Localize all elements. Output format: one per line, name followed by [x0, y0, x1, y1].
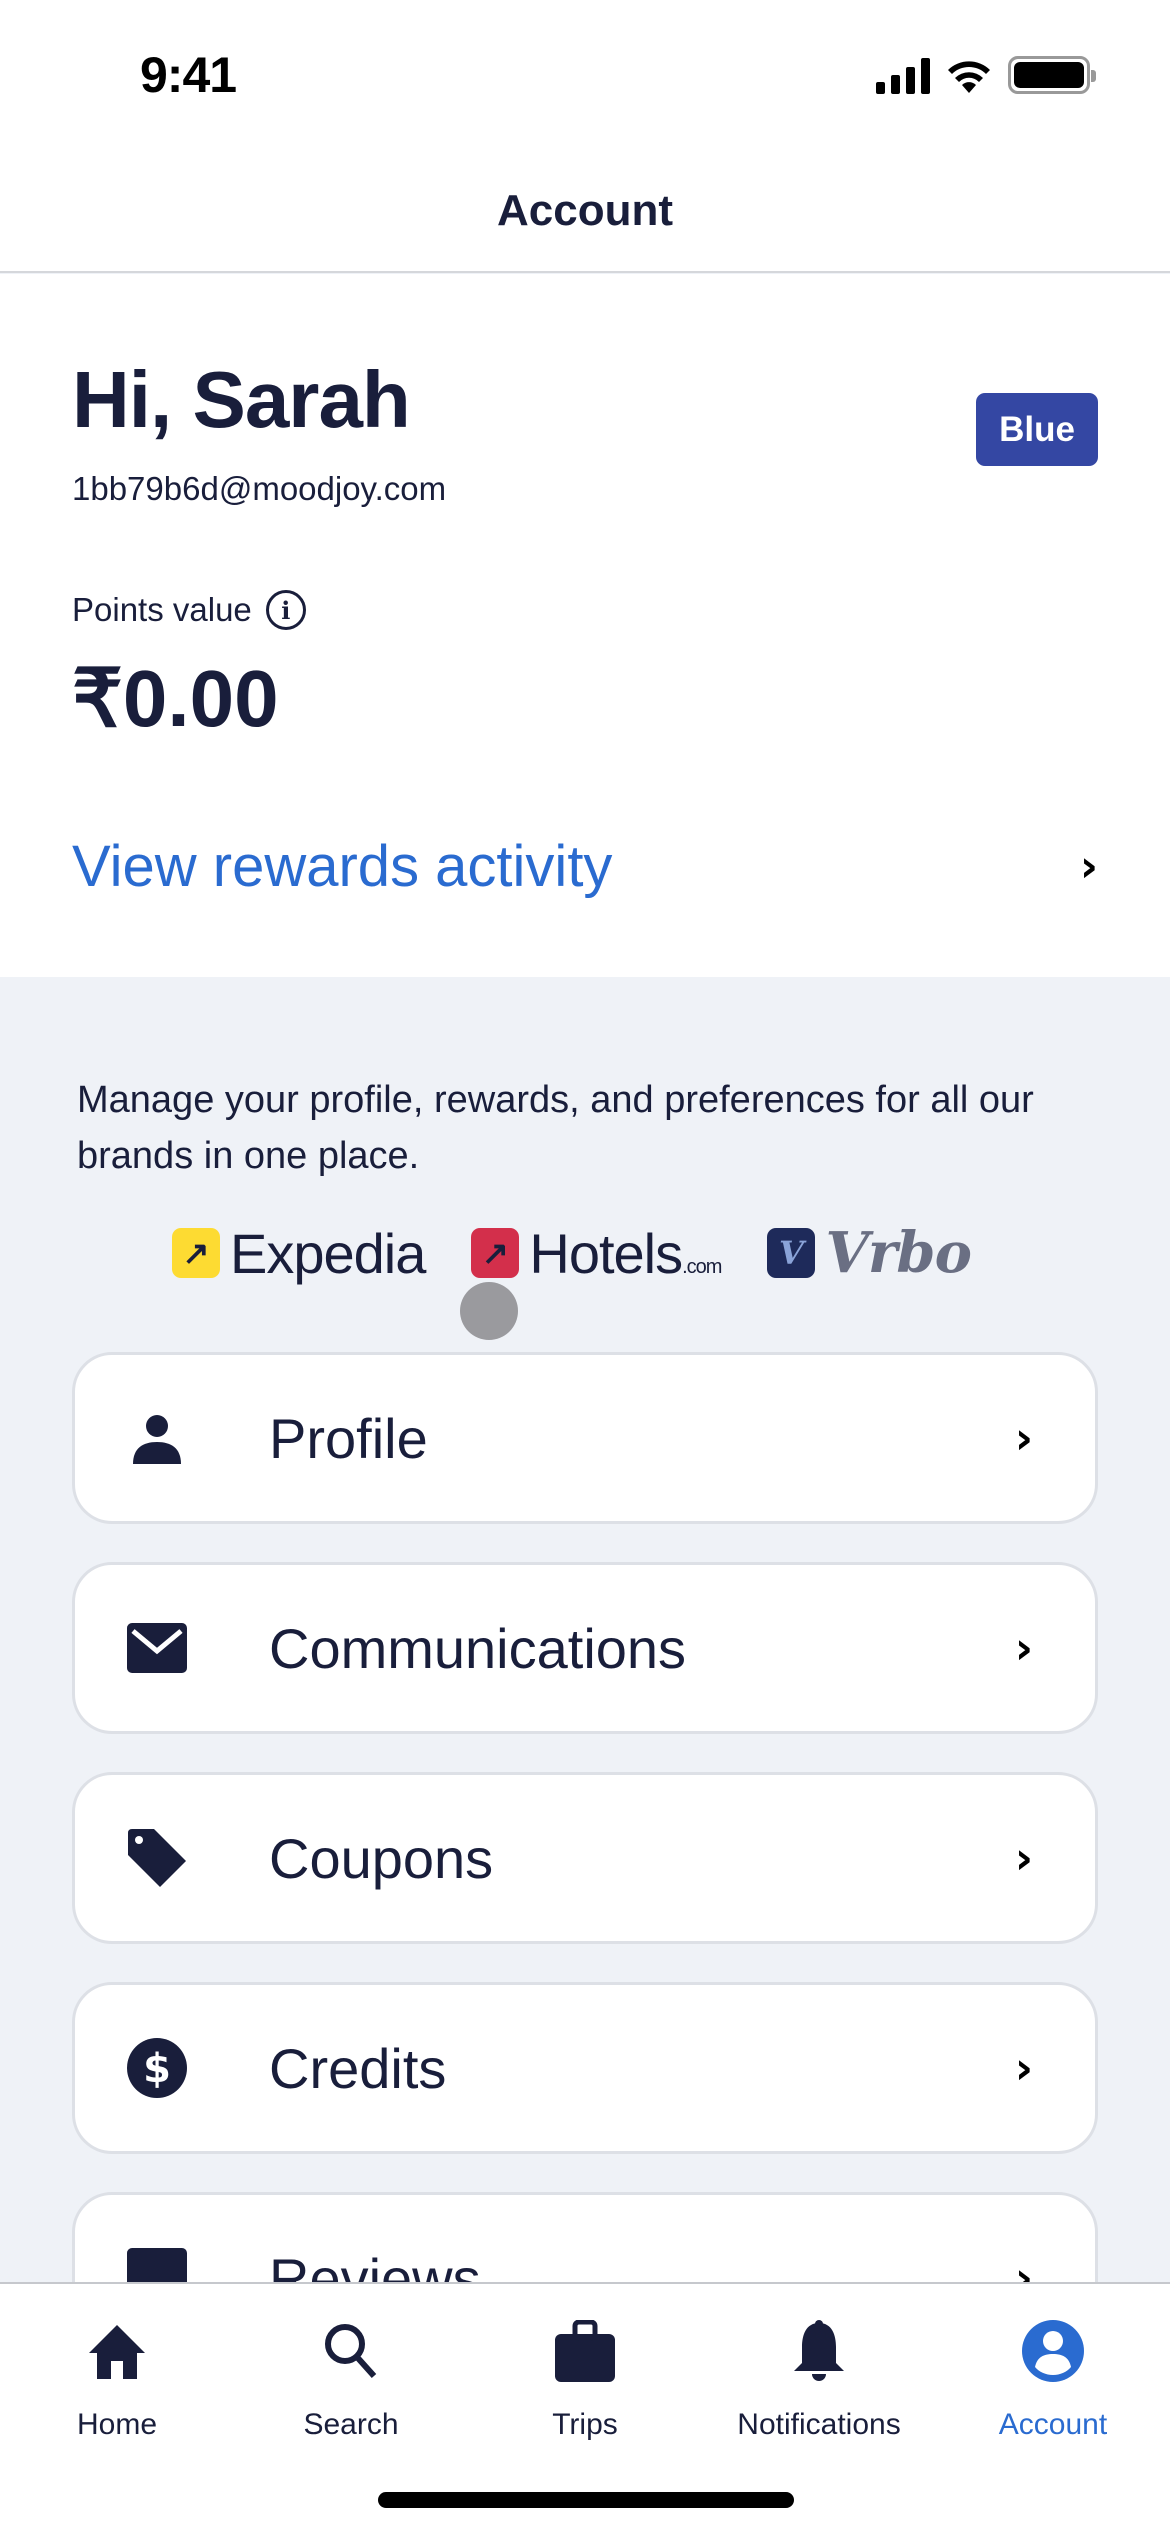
hotels-logo-icon: ↗ [471, 1228, 520, 1278]
brand-name: Hotels [529, 1221, 683, 1285]
account-menu: Profile › Communications › Coupons › $ C… [72, 1352, 1098, 2402]
status-bar: 9:41 [0, 0, 1170, 150]
view-rewards-activity-link[interactable]: View rewards activity › [72, 826, 1098, 906]
points-label: Points value [72, 591, 252, 628]
wifi-icon [948, 61, 990, 93]
chevron-right-icon: › [1079, 840, 1098, 892]
manage-description: Manage your profile, rewards, and prefer… [77, 1079, 1034, 1177]
menu-item-label: Profile [269, 1406, 428, 1470]
vrbo-logo-icon: V [767, 1228, 816, 1278]
account-icon [1022, 2306, 1084, 2396]
menu-item-profile[interactable]: Profile › [72, 1352, 1098, 1524]
menu-item-communications[interactable]: Communications › [72, 1562, 1098, 1734]
tab-account[interactable]: Account [936, 2306, 1170, 2442]
svg-text:$: $ [143, 2046, 171, 2092]
brand-expedia: ↗ Expedia [172, 1221, 426, 1286]
brand-logos: ↗ Expedia ↗ Hotels.com V Vrbo [172, 1220, 972, 1286]
account-summary: Hi, Sarah 1bb79b6d@moodjoy.com Blue Poin… [0, 274, 1170, 977]
user-email: 1bb79b6d@moodjoy.com [72, 470, 447, 507]
bell-icon [792, 2306, 846, 2396]
chevron-right-icon: › [1014, 1622, 1033, 1674]
tab-notifications[interactable]: Notifications [702, 2306, 936, 2442]
tag-icon [125, 1826, 189, 1890]
cellular-signal-icon [876, 56, 930, 94]
chevron-right-icon: › [1014, 1832, 1033, 1884]
points-label-row: Points value i [72, 590, 306, 630]
chevron-right-icon: › [1014, 2042, 1033, 2094]
menu-item-label: Communications [269, 1616, 687, 1680]
touch-indicator [460, 1282, 518, 1340]
envelope-icon [125, 1616, 189, 1680]
info-icon[interactable]: i [265, 590, 306, 630]
menu-item-label: Credits [269, 2036, 447, 2100]
points-value: ₹0.00 [72, 654, 279, 743]
tab-label: Trips [552, 2408, 618, 2441]
chevron-right-icon: › [1014, 1412, 1033, 1464]
menu-item-label: Coupons [269, 1826, 494, 1890]
home-indicator[interactable] [378, 2492, 794, 2508]
menu-item-credits[interactable]: $ Credits › [72, 1982, 1098, 2154]
status-time: 9:41 [140, 47, 237, 103]
dollar-circle-icon: $ [125, 2036, 189, 2100]
rewards-link-label: View rewards activity [72, 833, 613, 899]
brand-vrbo: V Vrbo [767, 1220, 972, 1286]
nav-header: Account [0, 150, 1170, 273]
tab-label: Search [303, 2408, 399, 2441]
home-icon [87, 2306, 147, 2396]
battery-icon [1008, 56, 1096, 94]
briefcase-icon [555, 2306, 615, 2396]
brand-suffix: .com [682, 1255, 722, 1278]
status-icons [876, 56, 1096, 94]
tab-home[interactable]: Home [0, 2306, 234, 2442]
search-icon [323, 2306, 379, 2396]
brand-hotels: ↗ Hotels.com [471, 1221, 722, 1286]
menu-item-coupons[interactable]: Coupons › [72, 1772, 1098, 1944]
tab-search[interactable]: Search [234, 2306, 468, 2442]
brand-name: Expedia [230, 1221, 426, 1285]
person-icon [125, 1406, 189, 1470]
brand-name: Vrbo [825, 1220, 971, 1286]
tab-label: Account [998, 2408, 1108, 2441]
expedia-logo-icon: ↗ [172, 1228, 220, 1278]
page-title: Account [497, 185, 673, 235]
tab-label: Notifications [737, 2408, 901, 2441]
tier-badge[interactable]: Blue [976, 393, 1098, 466]
greeting: Hi, Sarah [72, 355, 411, 444]
tab-trips[interactable]: Trips [468, 2306, 702, 2442]
tab-label: Home [76, 2408, 158, 2441]
